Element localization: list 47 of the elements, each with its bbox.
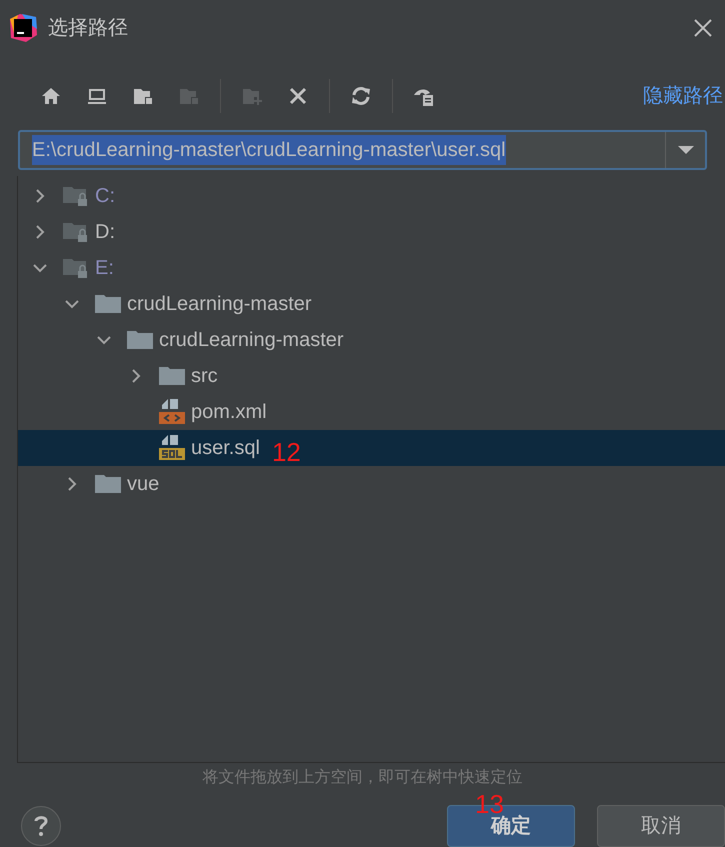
- folder-name: crudLearning-master: [127, 292, 312, 317]
- folder-name: vue: [127, 472, 160, 497]
- drive-label: C:: [95, 184, 115, 209]
- folder-icon: [95, 472, 121, 495]
- file-name: user.sql: [191, 436, 260, 461]
- folder-icon: [159, 364, 185, 387]
- tree-row[interactable]: E:: [18, 250, 725, 286]
- chevron-down-icon[interactable]: [65, 298, 79, 309]
- help-button[interactable]: [21, 806, 61, 846]
- tree-row[interactable]: crudLearning-master: [18, 322, 725, 358]
- chevron-right-icon[interactable]: [67, 476, 77, 491]
- drive-label: E:: [95, 256, 114, 281]
- hint-text: 将文件拖放到上方空间，即可在树中快速定位: [202, 768, 522, 788]
- folder-name: crudLearning-master: [159, 328, 344, 353]
- chevron-down-icon[interactable]: [97, 334, 111, 345]
- question-mark-icon: [34, 815, 48, 837]
- window-title: 选择路径: [48, 16, 128, 41]
- cancel-button[interactable]: 取消: [597, 805, 725, 847]
- dropdown-caret-icon[interactable]: [678, 144, 694, 155]
- tree-row[interactable]: crudLearning-master: [18, 286, 725, 322]
- hide-path-link[interactable]: 隐藏路径: [643, 80, 723, 111]
- path-field[interactable]: E:\crudLearning-master\crudLearning-master\user.sql: [18, 130, 707, 170]
- tree-row[interactable]: src: [18, 358, 725, 394]
- path-value: E:\crudLearning-master\crudLearning-master\user.sql: [32, 134, 506, 165]
- tree-row[interactable]: user.sql 12: [18, 430, 725, 466]
- tree-row[interactable]: D:: [18, 214, 725, 250]
- tree-row[interactable]: vue: [18, 466, 725, 502]
- folder-icon: [95, 292, 121, 315]
- chevron-right-icon[interactable]: [35, 224, 45, 239]
- drive-label: D:: [95, 220, 115, 245]
- chevron-right-icon[interactable]: [35, 188, 45, 203]
- folder-name: src: [191, 364, 218, 389]
- folder-icon: [127, 328, 153, 351]
- chevron-down-icon[interactable]: [33, 262, 47, 273]
- refresh-icon[interactable]: [350, 84, 372, 107]
- tree-row[interactable]: C:: [18, 178, 725, 214]
- annotation-number: 12: [272, 438, 301, 465]
- app-logo-icon: [8, 12, 38, 43]
- locked-folder-icon: [63, 220, 89, 243]
- xml-file-icon: [158, 398, 186, 425]
- sql-file-icon: [158, 434, 186, 461]
- locked-folder-icon: [63, 256, 89, 279]
- tree-row[interactable]: pom.xml: [18, 394, 725, 430]
- locked-folder-icon: [63, 184, 89, 207]
- chevron-right-icon[interactable]: [131, 368, 141, 383]
- file-name: pom.xml: [191, 400, 267, 425]
- close-icon[interactable]: [693, 18, 713, 38]
